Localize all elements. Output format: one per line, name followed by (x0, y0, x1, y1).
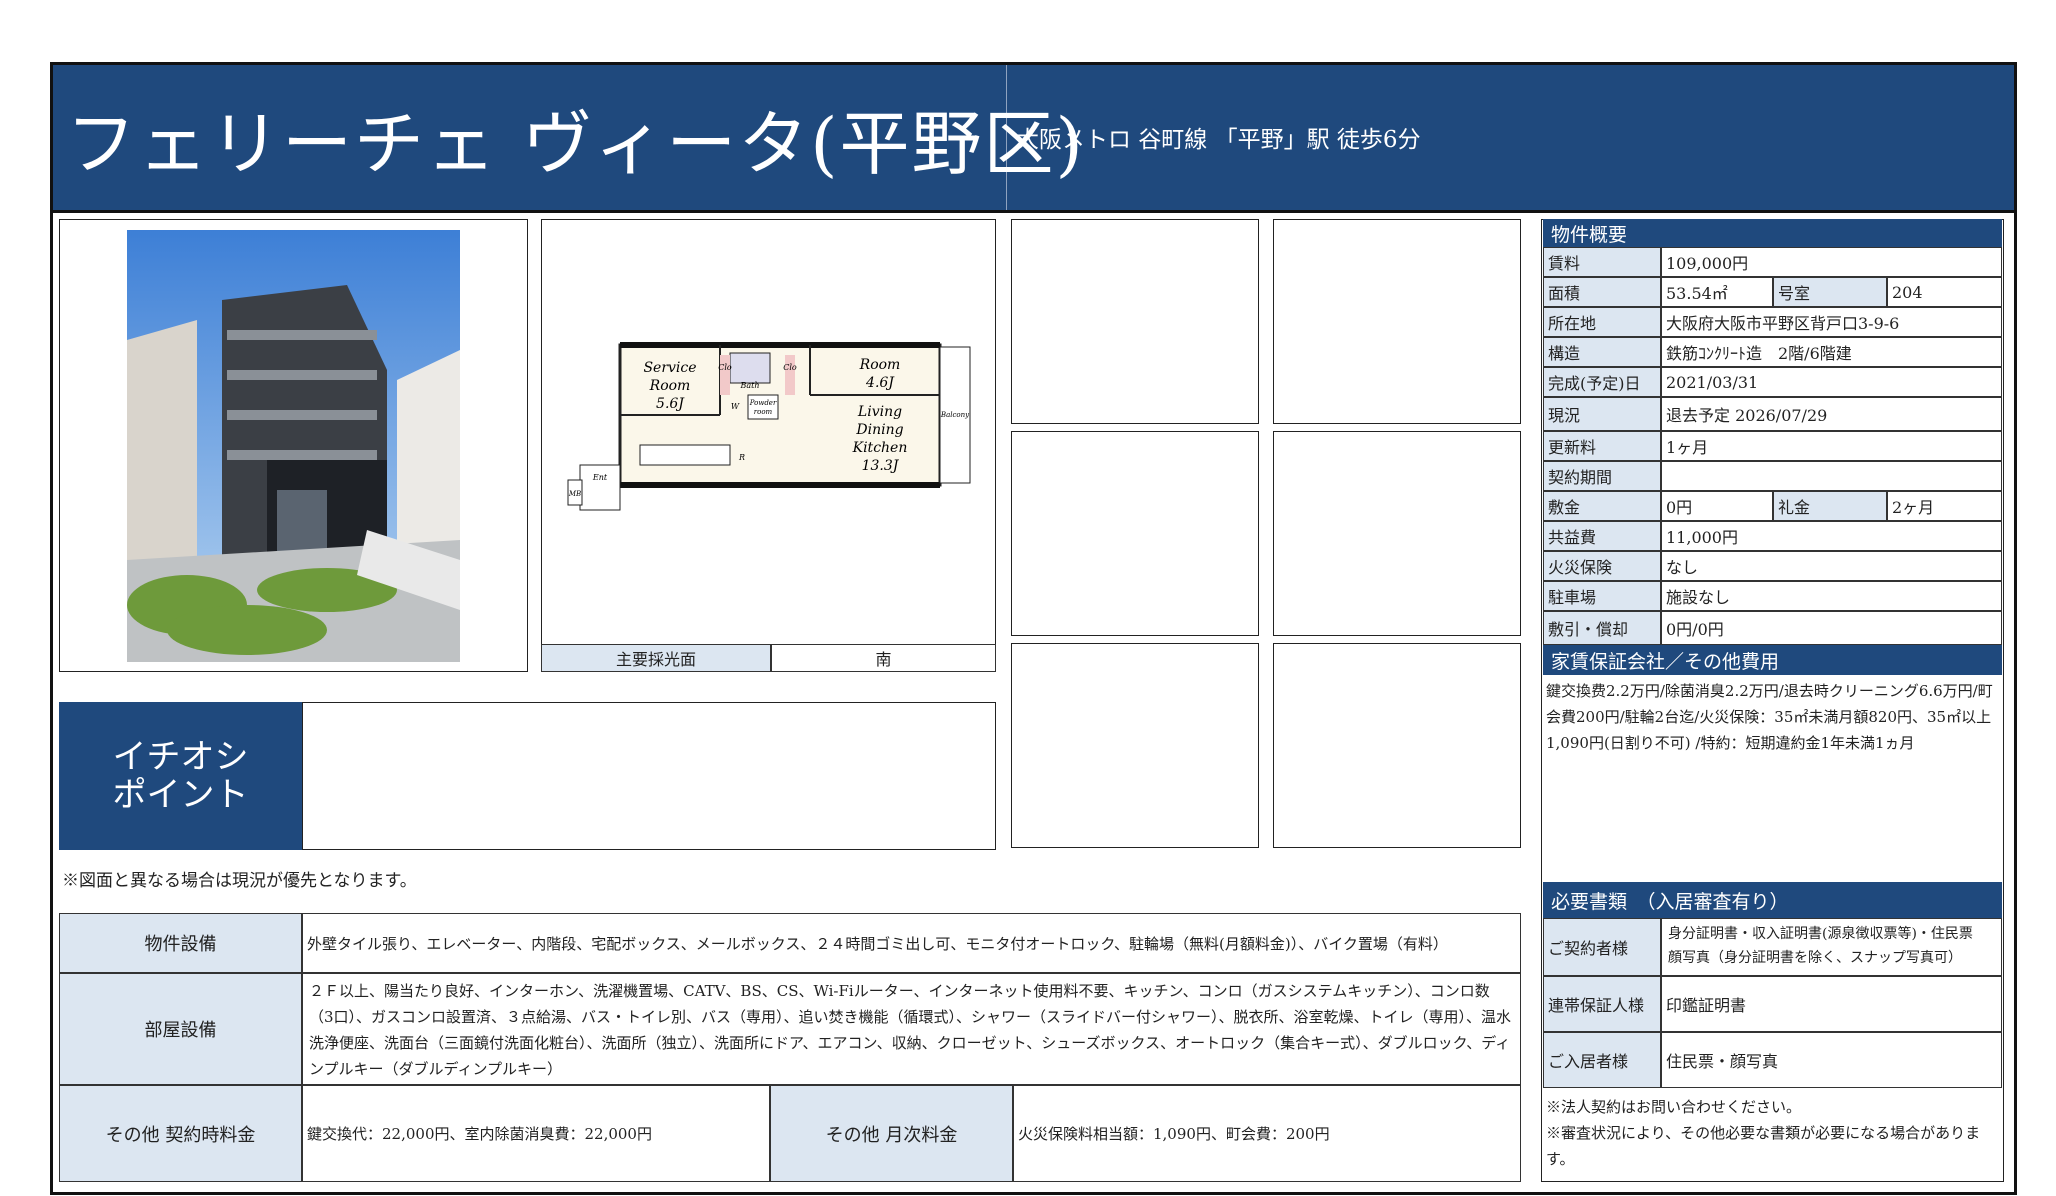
fp-ldk-1: Living (857, 404, 902, 420)
header-bottom-rule (53, 210, 2014, 213)
fp-service-room-1: Service (643, 360, 696, 376)
common-fee-label: 共益費 (1543, 521, 1661, 551)
contract-period-label: 契約期間 (1543, 461, 1661, 491)
main-light-label: 主要採光面 (541, 644, 771, 672)
guarantor-docs-label: 連帯保証人様 (1543, 976, 1661, 1032)
guarantee-text: 鍵交換费2.2万円/除菌消臭2.2万円/退去時クリーニング6.6万円/町会費20… (1546, 682, 1993, 752)
building-photo (127, 230, 460, 662)
fp-ldk-3: Kitchen (852, 440, 908, 456)
fp-ldk-2: Dining (855, 422, 903, 438)
structure-value: 鉄筋ｺﾝｸﾘｰﾄ造 2階/6階建 (1661, 337, 2002, 367)
fp-room-2: 4.6J (865, 375, 895, 391)
fp-powder-1: Powder (749, 399, 777, 407)
station-access: 大阪メトロ 谷町線 「平野」駅 徒歩6分 (1016, 127, 1421, 153)
structure-label: 構造 (1543, 337, 1661, 367)
point-label-line1: イチオシ (112, 737, 249, 777)
fp-service-room-2: Room (649, 378, 691, 394)
point-content (302, 702, 996, 850)
address-value: 大阪府大阪市平野区背戸口3-9-6 (1661, 307, 2002, 337)
photo-slot-1 (1011, 219, 1259, 424)
rent-value: 109,000円 (1661, 247, 2002, 277)
main-light-value: 南 (771, 644, 996, 672)
area-value: 53.54㎡ (1661, 277, 1773, 307)
fp-mb: MB (568, 490, 581, 498)
fp-w: W (731, 402, 740, 411)
floorplan-drawing: Service Room 5.6J Room 4.6J Living Dinin… (560, 335, 990, 535)
room-number-value: 204 (1887, 277, 2002, 307)
resident-docs-value: 住民票・顔写真 (1661, 1032, 2002, 1088)
area-label: 面積 (1543, 277, 1661, 307)
documents-note-2: ※審査状況により、その他必要な書類が必要になる場合があります。 (1546, 1124, 1981, 1168)
address-label: 所在地 (1543, 307, 1661, 337)
photo-slot-2 (1273, 219, 1521, 424)
fp-ent: Ent (592, 473, 608, 482)
contract-fees-value: 鍵交換代：22,000円、室内除菌消臭費：22,000円 (302, 1085, 770, 1182)
photo-slot-5 (1011, 643, 1259, 848)
guarantee-title: 家賃保証会社／その他費用 (1543, 645, 2002, 675)
point-label-box: イチオシ ポイント (59, 702, 302, 850)
status-label: 現況 (1543, 397, 1661, 431)
photo-slot-3 (1011, 431, 1259, 636)
photo-slot-6 (1273, 643, 1521, 848)
room-facilities-value: ２Ｆ以上、陽当たり良好、インターホン、洗濯機置場、CATV、BS、CS、Wi-F… (302, 973, 1521, 1085)
fp-clo-2: Clo (783, 363, 797, 372)
deposit-value: 0円 (1661, 491, 1773, 521)
status-value: 退去予定 2026/07/29 (1661, 397, 2002, 431)
fp-balcony: Balcony (940, 411, 970, 419)
contractor-docs-label: ご契約者様 (1543, 918, 1661, 976)
documents-notes: ※法人契約はお問い合わせください。 ※審査状況により、その他必要な書類が必要にな… (1546, 1094, 2000, 1172)
building-facilities-value: 外壁タイル張り、エレベーター、内階段、宅配ボックス、メールボックス、２４時間ゴミ… (302, 913, 1521, 973)
common-fee-value: 11,000円 (1661, 521, 2002, 551)
built-date-value: 2021/03/31 (1661, 367, 2002, 397)
built-date-label: 完成(予定)日 (1543, 367, 1661, 397)
overview-title: 物件概要 (1543, 219, 2002, 247)
fp-clo-1: Clo (718, 363, 732, 372)
fp-ldk-4: 13.3J (862, 458, 900, 474)
shikibiki-value: 0円/0円 (1661, 611, 2002, 645)
resident-docs-label: ご入居者様 (1543, 1032, 1661, 1088)
contractor-docs-value: 身分証明書・収入証明書(源泉徴収票等)・住民票 顔写真（身分証明書を除く、スナッ… (1661, 918, 2002, 976)
monthly-fees-value: 火災保険料相当額：1,090円、町会費：200円 (1013, 1085, 1521, 1182)
contract-period-value (1661, 461, 2002, 491)
guarantor-docs-value: 印鑑証明書 (1661, 976, 2002, 1032)
deposit-label: 敷金 (1543, 491, 1661, 521)
property-title: フェリーチェ ヴィータ(平野区) (66, 103, 1085, 185)
shikibiki-label: 敷引・償却 (1543, 611, 1661, 645)
disclaimer-note: ※図面と異なる場合は現況が優先となります。 (62, 871, 417, 891)
documents-title: 必要書類 （入居審査有り） (1543, 882, 2002, 918)
point-label-line2: ポイント (112, 775, 249, 815)
monthly-fees-label: その他 月次料金 (770, 1085, 1013, 1182)
key-money-label: 礼金 (1773, 491, 1887, 521)
key-money-value: 2ヶ月 (1887, 491, 2002, 521)
parking-label: 駐車場 (1543, 581, 1661, 611)
contract-fees-label: その他 契約時料金 (59, 1085, 302, 1182)
room-facilities-label: 部屋設備 (59, 973, 302, 1085)
parking-value: 施設なし (1661, 581, 2002, 611)
renewal-fee-value: 1ヶ月 (1661, 431, 2002, 461)
documents-note-1: ※法人契約はお問い合わせください。 (1546, 1098, 1802, 1116)
room-number-label: 号室 (1773, 277, 1887, 307)
fp-r: R (738, 453, 745, 462)
fire-insurance-label: 火災保険 (1543, 551, 1661, 581)
photo-slot-4 (1273, 431, 1521, 636)
fire-insurance-value: なし (1661, 551, 2002, 581)
rent-label: 賃料 (1543, 247, 1661, 277)
fp-service-room-3: 5.6J (656, 396, 685, 412)
renewal-fee-label: 更新料 (1543, 431, 1661, 461)
fp-powder-2: room (754, 408, 773, 416)
fp-bath: Bath (739, 381, 759, 390)
building-facilities-label: 物件設備 (59, 913, 302, 973)
fp-room-1: Room (859, 357, 901, 373)
